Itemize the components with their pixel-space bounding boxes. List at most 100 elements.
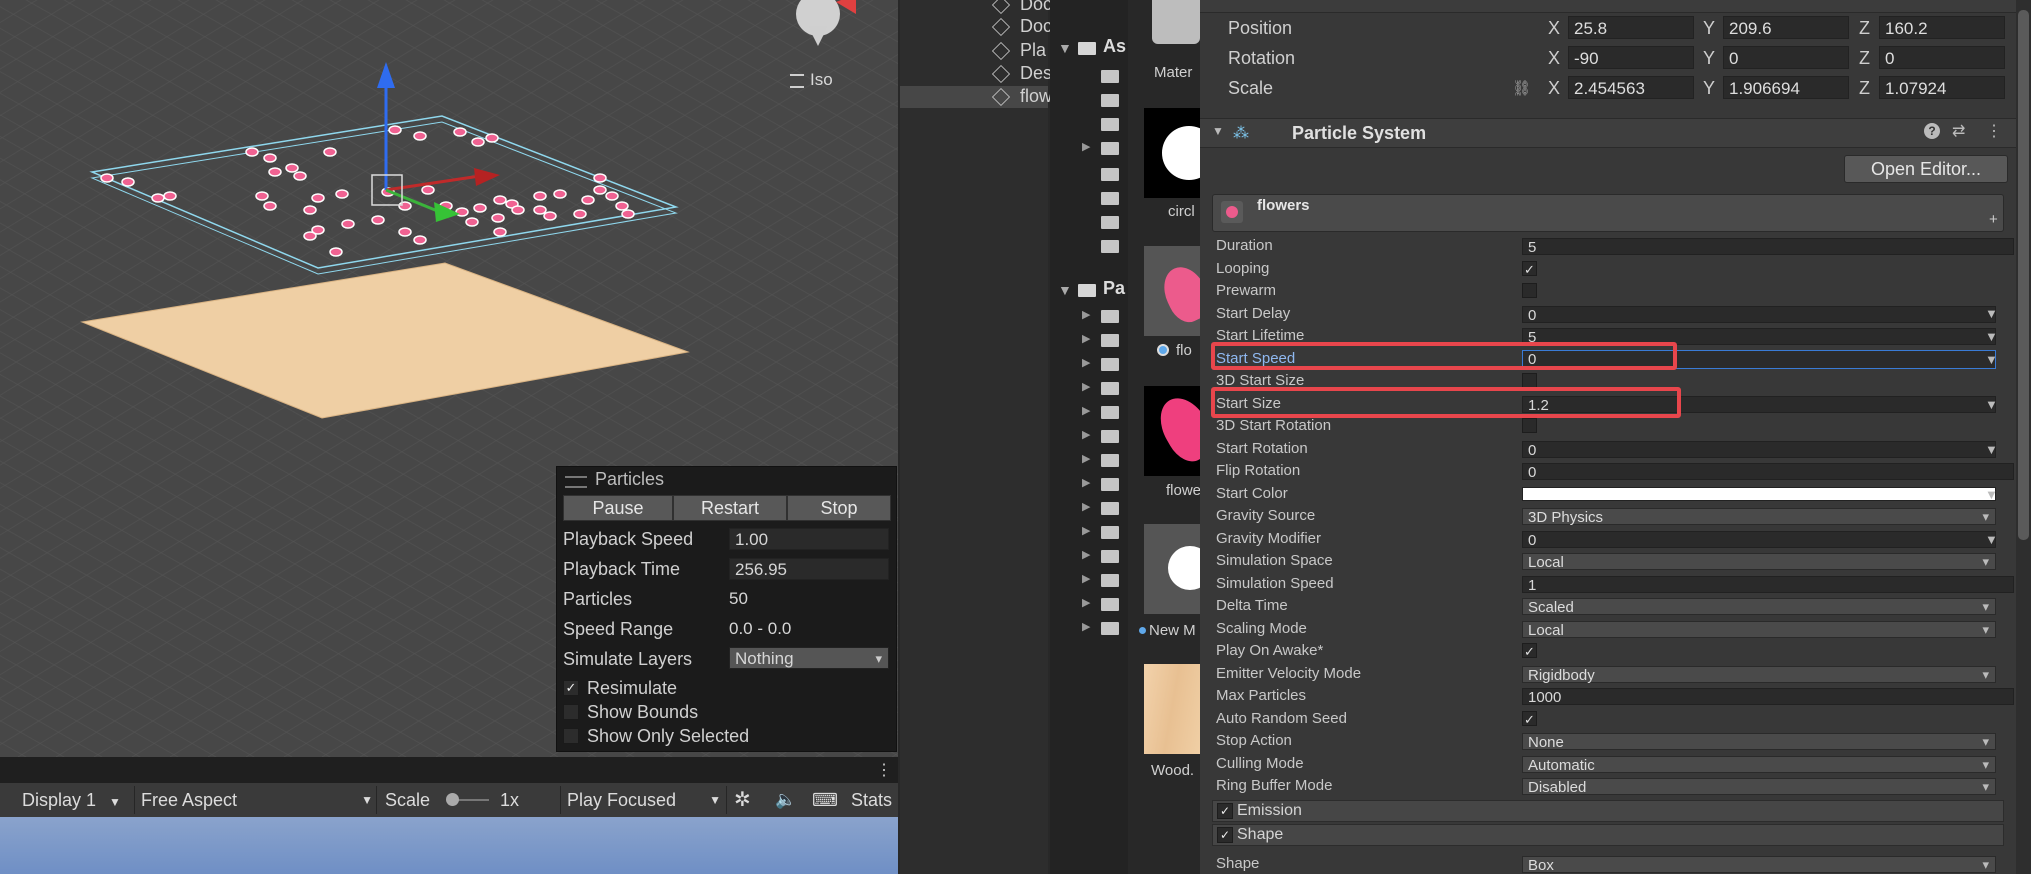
- circle-thumbnail[interactable]: [1144, 108, 1216, 198]
- curve-mode-arrow-icon[interactable]: ▼: [1985, 329, 1998, 344]
- flip-rotation-field[interactable]: 0: [1522, 463, 2014, 481]
- folder-icon[interactable]: [1101, 118, 1119, 131]
- scrollbar-thumb[interactable]: [2018, 10, 2029, 540]
- scale-slider-thumb[interactable]: [446, 793, 459, 806]
- scaling-mode-dropdown[interactable]: Local: [1522, 621, 1996, 639]
- curve-mode-arrow-icon[interactable]: ▼: [1985, 306, 1998, 321]
- culling-mode-dropdown[interactable]: Automatic: [1522, 756, 1996, 774]
- delta-time-dropdown[interactable]: Scaled: [1522, 598, 1996, 616]
- tree-header-assets[interactable]: As: [1103, 36, 1126, 57]
- new-material-thumbnail[interactable]: [1144, 524, 1200, 614]
- emission-module[interactable]: ✓ Emission: [1212, 800, 2004, 822]
- emitter-velocity-mode-dropdown[interactable]: Rigidbody: [1522, 666, 1996, 684]
- curve-mode-arrow-icon[interactable]: ▼: [1985, 442, 1998, 457]
- start-rotation-3d-checkbox[interactable]: [1522, 418, 1537, 433]
- scale-z-field[interactable]: 1.07924: [1879, 76, 2005, 99]
- game-view[interactable]: [0, 817, 898, 874]
- expand-arrow-icon[interactable]: ▶: [1082, 572, 1090, 585]
- folder-icon[interactable]: [1101, 94, 1119, 107]
- position-z-field[interactable]: 160.2: [1879, 16, 2005, 39]
- folder-icon[interactable]: [1101, 598, 1119, 611]
- simulate-layers-dropdown[interactable]: Nothing ▾: [729, 647, 889, 669]
- hierarchy-item[interactable]: Des: [900, 63, 1052, 85]
- hierarchy-item-selected[interactable]: flow: [900, 86, 1052, 108]
- hierarchy-item[interactable]: Pla: [900, 40, 1048, 62]
- folder-icon[interactable]: [1101, 168, 1119, 181]
- inspector-scrollbar[interactable]: [2016, 0, 2031, 874]
- expand-arrow-icon[interactable]: ▶: [1082, 308, 1090, 321]
- folder-icon[interactable]: [1101, 192, 1119, 205]
- gizmo-y-handle[interactable]: [377, 62, 395, 88]
- expand-arrow-icon[interactable]: ▶: [1082, 428, 1090, 441]
- gravity-modifier-field[interactable]: 0: [1522, 531, 1996, 549]
- more-options-icon[interactable]: ⋮: [1986, 121, 2002, 141]
- tree-header-packages[interactable]: Pa: [1103, 278, 1125, 299]
- expand-arrow-icon[interactable]: ▶: [1082, 500, 1090, 513]
- folder-icon[interactable]: [1101, 526, 1119, 539]
- folder-icon[interactable]: [1101, 430, 1119, 443]
- expand-arrow-icon[interactable]: ▶: [1082, 476, 1090, 489]
- play-on-awake-checkbox[interactable]: ✓: [1522, 643, 1537, 659]
- folder-icon[interactable]: [1101, 622, 1119, 635]
- help-icon[interactable]: ?: [1924, 123, 1940, 139]
- expand-arrow-icon[interactable]: ▼: [1058, 40, 1072, 56]
- aspect-dropdown[interactable]: Free Aspect ▼: [141, 788, 373, 812]
- folder-icon[interactable]: [1101, 70, 1119, 83]
- folder-icon[interactable]: [1101, 334, 1119, 347]
- collapse-arrow-icon[interactable]: ▼: [1212, 124, 1224, 138]
- folder-icon[interactable]: [1101, 382, 1119, 395]
- shape-checkbox[interactable]: ✓: [1217, 827, 1233, 843]
- folder-icon[interactable]: [1101, 216, 1119, 229]
- auto-random-seed-checkbox[interactable]: ✓: [1522, 711, 1537, 727]
- expand-arrow-icon[interactable]: ▶: [1082, 332, 1090, 345]
- show-bounds-checkbox[interactable]: [563, 704, 579, 720]
- scale-x-field[interactable]: 2.454563: [1568, 76, 1694, 99]
- menu-icon[interactable]: [790, 74, 804, 88]
- folder-icon[interactable]: [1101, 574, 1119, 587]
- presets-icon[interactable]: ⇄: [1952, 121, 1965, 141]
- color-mode-arrow-icon[interactable]: ▼: [1985, 487, 1998, 502]
- display-dropdown[interactable]: Display 1 ▼: [22, 788, 121, 812]
- show-only-selected-checkbox[interactable]: [563, 728, 579, 744]
- folder-icon[interactable]: [1101, 240, 1119, 253]
- rotation-z-field[interactable]: 0: [1879, 46, 2005, 69]
- start-rotation-field[interactable]: 0: [1522, 441, 1996, 459]
- particles-overlay[interactable]: Particles Pause Restart Stop Playback Sp…: [556, 466, 897, 752]
- folder-icon[interactable]: [1101, 502, 1119, 515]
- playback-time-field[interactable]: 256.95: [729, 558, 889, 580]
- folder-icon[interactable]: [1101, 550, 1119, 563]
- start-color-swatch[interactable]: [1522, 487, 1996, 501]
- ring-buffer-mode-dropdown[interactable]: Disabled: [1522, 778, 1996, 796]
- scale-y-field[interactable]: 1.906694: [1723, 76, 1849, 99]
- curve-mode-arrow-icon[interactable]: ▼: [1985, 352, 1998, 367]
- rotation-y-field[interactable]: 0: [1723, 46, 1849, 69]
- stop-button[interactable]: Stop: [787, 495, 891, 521]
- emission-checkbox[interactable]: ✓: [1217, 803, 1233, 819]
- start-delay-field[interactable]: 0: [1522, 306, 1996, 324]
- more-options-icon[interactable]: ⋮: [876, 760, 892, 780]
- simulation-space-dropdown[interactable]: Local: [1522, 553, 1996, 571]
- expand-arrow-icon[interactable]: ▶: [1082, 524, 1090, 537]
- expand-arrow-icon[interactable]: ▶: [1082, 404, 1090, 417]
- hierarchy-item[interactable]: Doc: [900, 0, 1052, 16]
- wood-plane[interactable]: [80, 262, 690, 419]
- expand-arrow-icon[interactable]: ▼: [1058, 282, 1072, 298]
- restart-button[interactable]: Restart: [673, 495, 787, 521]
- shape-module[interactable]: ✓ Shape: [1212, 824, 2004, 846]
- position-y-field[interactable]: 209.6: [1723, 16, 1849, 39]
- stop-action-dropdown[interactable]: None: [1522, 733, 1996, 751]
- rotation-x-field[interactable]: -90: [1568, 46, 1694, 69]
- hierarchy-item[interactable]: Doc: [900, 16, 1052, 38]
- curve-mode-arrow-icon[interactable]: ▼: [1985, 397, 1998, 412]
- gizmo-x-handle[interactable]: [474, 168, 500, 186]
- folder-icon[interactable]: [1101, 142, 1119, 155]
- folder-icon[interactable]: [1101, 454, 1119, 467]
- expand-arrow-icon[interactable]: ▶: [1082, 140, 1090, 153]
- wood-texture-thumbnail[interactable]: [1144, 664, 1200, 754]
- particle-system-header[interactable]: ▼ ⁂ Particle System ? ⇄ ⋮: [1200, 118, 2031, 148]
- shape-type-dropdown[interactable]: Box: [1522, 856, 1996, 874]
- keyboard-icon[interactable]: ⌨: [812, 788, 838, 812]
- gravity-source-dropdown[interactable]: 3D Physics: [1522, 508, 1996, 526]
- flower-thumbnail[interactable]: [1144, 246, 1200, 336]
- simulation-speed-field[interactable]: 1: [1522, 576, 2014, 594]
